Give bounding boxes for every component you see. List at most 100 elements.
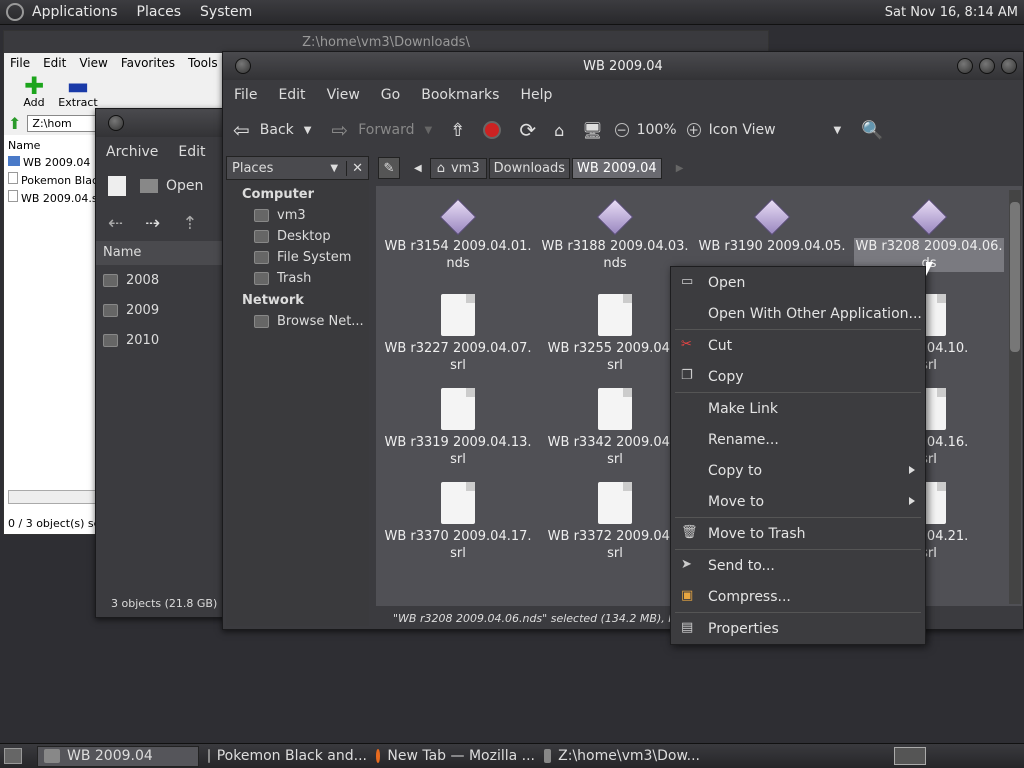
- zoom-level[interactable]: 100%: [637, 122, 677, 138]
- menu-tools[interactable]: Tools: [188, 56, 218, 70]
- back-arrow-icon[interactable]: ⇦: [233, 118, 250, 142]
- stop-icon[interactable]: [483, 121, 502, 139]
- menu-item-compress[interactable]: ▣ Compress...: [671, 581, 925, 612]
- menu-item-copy-to[interactable]: Copy to: [671, 455, 925, 486]
- computer-icon[interactable]: 🖥: [582, 121, 602, 140]
- menu-item-move-to[interactable]: Move to: [671, 486, 925, 517]
- places-dropdown-icon[interactable]: ▼: [330, 163, 338, 174]
- distro-logo-icon[interactable]: [6, 3, 24, 21]
- folder-row[interactable]: 2010: [96, 325, 234, 355]
- back-arrow-icon[interactable]: ⇠: [108, 213, 123, 234]
- sidebar-item-vm3[interactable]: vm3: [226, 208, 369, 223]
- menu-item-properties[interactable]: ▤ Properties: [671, 613, 925, 644]
- sevenzip-titlebar[interactable]: Z:\home\vm3\Downloads\: [4, 31, 768, 53]
- workspace-switcher[interactable]: [894, 747, 926, 765]
- file-item[interactable]: WB r3372 2009.04.1 srl: [540, 478, 690, 562]
- add-button[interactable]: ✚ Add: [12, 74, 56, 109]
- edit-location-icon[interactable]: ✎: [378, 157, 400, 179]
- menu-help[interactable]: Help: [520, 87, 552, 103]
- menu-view[interactable]: View: [327, 87, 360, 103]
- applications-menu[interactable]: Applications: [32, 4, 118, 20]
- menu-edit[interactable]: Edit: [178, 144, 205, 160]
- new-archive-icon[interactable]: [108, 176, 126, 196]
- back-button[interactable]: Back: [260, 122, 294, 138]
- up-arrow-icon[interactable]: ⇡: [182, 213, 197, 234]
- sidebar-item-trash[interactable]: Trash: [226, 271, 369, 286]
- menu-item-rename[interactable]: Rename...: [671, 424, 925, 455]
- menu-archive[interactable]: Archive: [106, 144, 158, 160]
- sidebar-item-browse-network[interactable]: Browse Net...: [226, 314, 369, 329]
- file-item[interactable]: WB r3342 2009.04.1 srl: [540, 384, 690, 468]
- extract-button[interactable]: ▬ Extract: [56, 74, 100, 109]
- file-item[interactable]: WB r3255 2009.04.0 srl: [540, 290, 690, 374]
- file-item[interactable]: WB r3370 2009.04.17. srl: [383, 478, 533, 562]
- zoom-in-icon[interactable]: +: [686, 123, 701, 137]
- horizontal-scrollbar[interactable]: [8, 490, 98, 504]
- file-item[interactable]: WB r3227 2009.04.07. srl: [383, 290, 533, 374]
- path-button-downloads[interactable]: Downloads: [488, 157, 571, 179]
- home-icon[interactable]: ⌂: [554, 121, 564, 140]
- menu-view[interactable]: View: [79, 56, 107, 70]
- view-mode-select[interactable]: Icon View: [709, 122, 776, 138]
- menu-item-move-to-trash[interactable]: 🗑 Move to Trash: [671, 518, 925, 549]
- menu-item-copy[interactable]: ❐ Copy: [671, 361, 925, 392]
- menu-item-cut[interactable]: ✂ Cut: [671, 330, 925, 361]
- menu-item-open[interactable]: ▭ Open: [671, 267, 925, 298]
- menu-edit[interactable]: Edit: [278, 87, 305, 103]
- places-header[interactable]: Places ▼ ✕: [226, 156, 369, 180]
- taskbar-item[interactable]: WB 2009.04: [37, 745, 199, 767]
- zoom-out-icon[interactable]: −: [614, 123, 629, 137]
- menu-bookmarks[interactable]: Bookmarks: [421, 87, 499, 103]
- nautilus-titlebar[interactable]: WB 2009.04: [223, 52, 1023, 80]
- forward-button[interactable]: Forward: [358, 122, 414, 138]
- forward-arrow-icon[interactable]: ⇢: [145, 213, 160, 234]
- file-item[interactable]: WB r3190 2009.04.05.: [697, 194, 847, 255]
- close-button[interactable]: [1001, 58, 1017, 74]
- archive-titlebar[interactable]: [96, 109, 234, 137]
- window-menu-button[interactable]: [235, 58, 251, 74]
- show-desktop-icon[interactable]: [4, 748, 22, 764]
- menu-item-make-link[interactable]: Make Link: [671, 393, 925, 424]
- minimize-button[interactable]: [957, 58, 973, 74]
- vertical-scrollbar[interactable]: [1009, 190, 1021, 604]
- taskbar-item[interactable]: New Tab — Mozilla ...: [370, 746, 535, 767]
- open-button[interactable]: Open: [166, 178, 203, 194]
- window-menu-button[interactable]: [108, 115, 124, 131]
- menu-favorites[interactable]: Favorites: [121, 56, 175, 70]
- file-item[interactable]: WB r3188 2009.04.03. nds: [540, 194, 690, 272]
- up-arrow-icon[interactable]: ⬆: [8, 114, 21, 133]
- view-mode-dropdown[interactable]: ▼: [834, 125, 842, 136]
- up-icon[interactable]: ⇮: [450, 120, 465, 141]
- file-item[interactable]: WB r3208 2009.04.06. ds: [854, 194, 1004, 272]
- menu-item-open-with-other-application[interactable]: Open With Other Application...: [671, 298, 925, 329]
- menu-file[interactable]: File: [10, 56, 30, 70]
- forward-arrow-icon[interactable]: ⇨: [331, 118, 348, 142]
- clock[interactable]: Sat Nov 16, 8:14 AM: [885, 5, 1018, 20]
- menu-item-send-to[interactable]: ➤ Send to...: [671, 550, 925, 581]
- search-icon[interactable]: 🔍: [861, 120, 883, 141]
- maximize-button[interactable]: [979, 58, 995, 74]
- taskbar-item[interactable]: Z:\home\vm3\Dow...: [538, 746, 700, 767]
- menu-go[interactable]: Go: [381, 87, 400, 103]
- taskbar-item[interactable]: Pokemon Black and...: [202, 746, 367, 767]
- system-menu[interactable]: System: [200, 4, 252, 20]
- menu-file[interactable]: File: [234, 87, 257, 103]
- back-history-dropdown[interactable]: ▼: [304, 125, 312, 136]
- folder-row[interactable]: 2008: [96, 265, 234, 295]
- column-header-name[interactable]: Name: [96, 241, 234, 265]
- path-button-current[interactable]: WB 2009.04: [572, 157, 662, 179]
- forward-history-dropdown[interactable]: ▼: [425, 125, 433, 136]
- folder-row[interactable]: 2009: [96, 295, 234, 325]
- places-menu[interactable]: Places: [137, 4, 182, 20]
- file-item[interactable]: WB r3154 2009.04.01. nds: [383, 194, 533, 272]
- path-scroll-right[interactable]: ▶: [676, 163, 684, 174]
- menu-edit[interactable]: Edit: [43, 56, 66, 70]
- close-sidebar-icon[interactable]: ✕: [346, 160, 368, 176]
- scrollbar-thumb[interactable]: [1010, 202, 1020, 352]
- path-scroll-left[interactable]: ◀: [414, 163, 422, 174]
- file-item[interactable]: WB r3319 2009.04.13. srl: [383, 384, 533, 468]
- sidebar-item-filesystem[interactable]: File System: [226, 250, 369, 265]
- reload-icon[interactable]: ⟳: [519, 118, 536, 142]
- sidebar-item-desktop[interactable]: Desktop: [226, 229, 369, 244]
- path-button-vm3[interactable]: ⌂ vm3: [429, 157, 487, 179]
